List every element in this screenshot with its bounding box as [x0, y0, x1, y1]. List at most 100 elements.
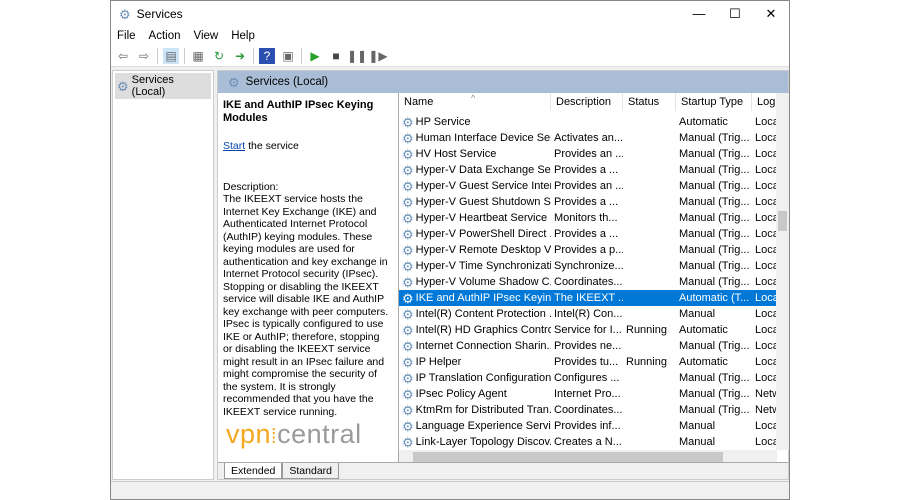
cell-text: Loca	[755, 132, 777, 144]
service-gear-icon: ⚙	[402, 291, 414, 305]
cell-text: Hyper-V Guest Service Inter...	[415, 180, 551, 192]
back-icon[interactable]: ⇦	[115, 48, 131, 64]
console-tree: ⚙ Services (Local)	[112, 70, 214, 480]
show-hide-tree-icon[interactable]: ▤	[163, 47, 179, 64]
start-icon[interactable]: ▶	[307, 48, 323, 64]
table-row[interactable]: ⚙ Intel(R) Content Protection ... Intel(R)…	[399, 306, 789, 322]
table-row[interactable]: ⚙ Hyper-V Remote Desktop Vi... Provides a …	[399, 242, 789, 258]
cell-text: Provides a ...	[554, 164, 619, 176]
cell-startup-type: Manual (Trig...	[676, 244, 752, 256]
cell-log-on-as: Netw	[752, 388, 777, 400]
cell-text: IP Translation Configuration...	[415, 372, 551, 384]
tree-item-services-local[interactable]: ⚙ Services (Local)	[115, 73, 211, 99]
column-log-on-as[interactable]: Log	[752, 93, 777, 111]
refresh-icon[interactable]: ↻	[211, 48, 227, 64]
cell-log-on-as: Loca	[752, 340, 777, 352]
cell-text: HV Host Service	[415, 148, 497, 160]
cell-name: ⚙ Hyper-V PowerShell Direct ...	[399, 228, 551, 241]
table-row[interactable]: ⚙ Language Experience Service Provides inf…	[399, 418, 789, 434]
table-row[interactable]: ⚙ Link-Layer Topology Discov... Creates a …	[399, 434, 789, 450]
forward-icon[interactable]: ⇨	[136, 48, 152, 64]
cell-text: Loca	[755, 212, 777, 224]
description-text: The IKEEXT service hosts the Internet Ke…	[223, 193, 389, 418]
table-row[interactable]: ⚙ HP Service Automatic Loca	[399, 114, 789, 130]
tab-extended[interactable]: Extended	[224, 463, 283, 479]
table-row[interactable]: ⚙ Hyper-V Data Exchange Ser... Provides a …	[399, 162, 789, 178]
cell-description: Creates a N...	[551, 436, 623, 448]
tab-standard[interactable]: Standard	[282, 463, 339, 479]
table-row[interactable]: ⚙ Hyper-V Heartbeat Service Monitors th...…	[399, 210, 789, 226]
table-row[interactable]: ⚙ IP Helper Provides tu... Running Automatic…	[399, 354, 789, 370]
divider	[253, 47, 254, 64]
table-row[interactable]: ⚙ Hyper-V Guest Service Inter... Provides …	[399, 178, 789, 194]
close-button[interactable]: ✕	[753, 1, 789, 27]
tree-item-label: Services (Local)	[131, 74, 174, 98]
stop-icon[interactable]: ■	[328, 48, 344, 64]
cell-log-on-as: Loca	[752, 292, 777, 304]
cell-text: Intel(R) HD Graphics Contro...	[415, 324, 551, 336]
cell-name: ⚙ Hyper-V Guest Service Inter...	[399, 180, 551, 193]
cell-startup-type: Manual (Trig...	[676, 340, 752, 352]
cell-text: Manual (Trig...	[679, 244, 750, 256]
restart-icon[interactable]: ❚▶	[368, 48, 387, 64]
menu-file[interactable]: File	[117, 30, 136, 42]
cell-text: Loca	[755, 148, 777, 160]
start-service-link[interactable]: Start	[223, 140, 245, 152]
cell-log-on-as: Loca	[752, 244, 777, 256]
cell-text: Manual (Trig...	[679, 180, 750, 192]
table-row[interactable]: ⚙ HV Host Service Provides an ... Manual (T…	[399, 146, 789, 162]
table-row[interactable]: ⚙IKE and AuthIP IPsec Keying...The IKEEX…	[399, 290, 789, 306]
table-row[interactable]: ⚙ Hyper-V Volume Shadow C... Coordinates..…	[399, 274, 789, 290]
vertical-scrollbar[interactable]	[776, 93, 789, 450]
menu-action[interactable]: Action	[149, 30, 181, 42]
cell-description: Intel(R) Con...	[551, 308, 623, 320]
cell-text: Language Experience Service	[415, 420, 551, 432]
table-row[interactable]: ⚙ Hyper-V Guest Shutdown S... Provides a .…	[399, 194, 789, 210]
cell-text: Configures ...	[554, 372, 620, 384]
cell-description: Coordinates...	[551, 404, 623, 416]
cell-text: Provides a ...	[554, 228, 619, 240]
cell-text: KtmRm for Distributed Tran...	[415, 404, 551, 416]
table-row[interactable]: ⚙ Hyper-V Time Synchronizati... Synchroniz…	[399, 258, 789, 274]
cell-text: Manual (Trig...	[679, 404, 750, 416]
column-status[interactable]: Status	[623, 93, 676, 111]
table-row[interactable]: ⚙ Hyper-V PowerShell Direct ... Provides a…	[399, 226, 789, 242]
cell-description: Provides a ...	[551, 228, 623, 240]
cell-name: ⚙ Hyper-V Remote Desktop Vi...	[399, 244, 551, 257]
menu-help[interactable]: Help	[231, 30, 255, 42]
minimize-button[interactable]: —	[681, 1, 717, 27]
start-service-text: the service	[245, 140, 299, 152]
menu-view[interactable]: View	[194, 30, 219, 42]
cell-text: Loca	[755, 420, 777, 432]
cell-text: Manual (Trig...	[679, 164, 750, 176]
column-startup-type[interactable]: Startup Type	[676, 93, 752, 111]
properties-icon[interactable]: ▦	[190, 48, 206, 64]
cell-text: Intel(R) Con...	[554, 308, 623, 320]
table-row[interactable]: ⚙ Human Interface Device Ser... Activates …	[399, 130, 789, 146]
help-icon[interactable]: ?	[259, 47, 275, 64]
cell-text: Provides inf...	[554, 420, 621, 432]
cell-text: Loca	[755, 340, 777, 352]
cell-name: ⚙ Hyper-V Volume Shadow C...	[399, 276, 551, 289]
table-row[interactable]: ⚙ KtmRm for Distributed Tran... Coordinate…	[399, 402, 789, 418]
service-gear-icon: ⚙	[402, 259, 414, 273]
cell-text: Loca	[755, 436, 777, 448]
cell-text: Automatic	[679, 324, 728, 336]
table-row[interactable]: ⚙ Internet Connection Sharin... Provides n…	[399, 338, 789, 354]
export-icon[interactable]: ➜	[232, 48, 248, 64]
cell-description: Internet Pro...	[551, 388, 623, 400]
column-description[interactable]: Description	[551, 93, 623, 111]
cell-text: Netw	[755, 388, 777, 400]
pause-icon[interactable]: ❚❚	[347, 48, 367, 64]
cell-text: Link-Layer Topology Discov...	[415, 436, 551, 448]
pane-header: ⚙ Services (Local)	[218, 71, 788, 93]
vpncentral-logo: vpn⁞central	[226, 418, 362, 449]
cell-startup-type: Automatic (T...	[676, 292, 752, 304]
maximize-button[interactable]: ☐	[717, 1, 753, 27]
table-row[interactable]: ⚙ IPsec Policy Agent Internet Pro... Manual…	[399, 386, 789, 402]
cell-name: ⚙ Internet Connection Sharin...	[399, 340, 551, 353]
toolbar: ⇦ ⇨ ▤ ▦ ↻ ➜ ? ▣ ▶ ■ ❚❚ ❚▶	[111, 45, 789, 67]
table-row[interactable]: ⚙ IP Translation Configuration... Configur…	[399, 370, 789, 386]
console-icon[interactable]: ▣	[280, 48, 296, 64]
table-row[interactable]: ⚙ Intel(R) HD Graphics Contro... Service f…	[399, 322, 789, 338]
